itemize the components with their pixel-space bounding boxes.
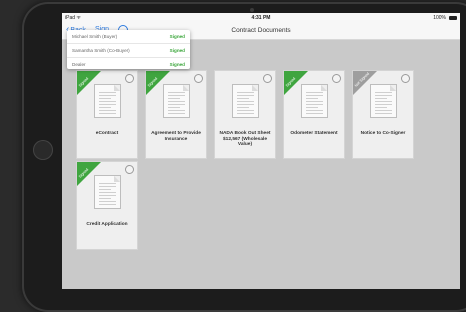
document-title: eContract [95, 131, 119, 136]
screen: iPad ᯤ 4:31 PM 100% ‹ Back Sign Contract… [62, 13, 460, 289]
document-card[interactable]: Signed Agreement to Provide Insurance [146, 71, 206, 158]
signer-name: Samantha Smith (Co-Buyer) [72, 48, 130, 53]
select-circle-icon[interactable] [194, 74, 203, 83]
select-circle-icon[interactable] [401, 74, 410, 83]
select-circle-icon[interactable] [125, 165, 134, 174]
battery-icon [449, 16, 457, 20]
signer-status: Signed [169, 62, 185, 67]
select-circle-icon[interactable] [263, 74, 272, 83]
signer-status: Signed [169, 34, 185, 39]
document-title: Agreement to Provide Insurance [151, 131, 201, 142]
signers-popover: Michael Smith (Buyer) Signed Samantha Smit… [67, 30, 190, 69]
home-button[interactable] [33, 140, 53, 160]
document-card[interactable]: NADA Book Out Sheet $12,567 (Wholesale V… [215, 71, 275, 158]
document-title: Notice to Co-Signer [360, 131, 406, 136]
document-thumbnail-icon [233, 85, 258, 117]
document-title: Credit Application [86, 222, 128, 227]
clock: 4:31 PM [251, 15, 271, 21]
document-title: Odometer Statement [290, 131, 338, 136]
document-title: NADA Book Out Sheet $12,567 (Wholesale V… [219, 131, 271, 148]
select-circle-icon[interactable] [332, 74, 341, 83]
camera-icon [250, 8, 254, 12]
document-card[interactable]: Signed Odometer Statement [284, 71, 344, 158]
document-card[interactable]: Signed Credit Application [77, 162, 137, 249]
select-circle-icon[interactable] [125, 74, 134, 83]
document-card[interactable]: Not Signed Notice to Co-Signer [353, 71, 413, 158]
signer-status: Signed [169, 48, 185, 53]
signer-row[interactable]: Dealer Signed [67, 58, 190, 71]
signer-name: Dealer [72, 62, 86, 67]
document-card[interactable]: Signed eContract [77, 71, 137, 158]
signer-row[interactable]: Michael Smith (Buyer) Signed [67, 30, 190, 44]
signer-name: Michael Smith (Buyer) [72, 34, 118, 39]
signer-row[interactable]: Samantha Smith (Co-Buyer) Signed [67, 44, 190, 58]
battery-percent: 100% [433, 15, 446, 21]
status-bar: iPad ᯤ 4:31 PM 100% [62, 13, 460, 23]
